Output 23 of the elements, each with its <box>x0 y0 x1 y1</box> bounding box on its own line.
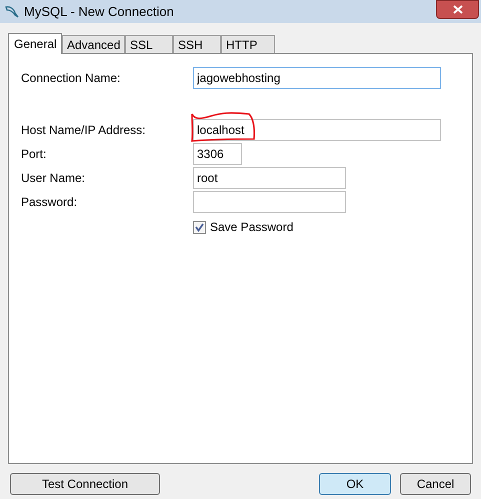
checkbox[interactable] <box>193 220 206 234</box>
tab[interactable]: SSH <box>173 35 221 53</box>
field-label: Connection Name: <box>21 70 122 87</box>
input-field[interactable]: root <box>193 167 346 189</box>
close-button[interactable] <box>436 0 479 19</box>
tab[interactable]: HTTP <box>221 35 275 53</box>
input-field[interactable] <box>193 191 346 213</box>
tab[interactable]: SSL <box>125 35 173 53</box>
field-label: Host Name/IP Address: <box>21 122 146 139</box>
input-field[interactable]: localhost <box>193 119 441 141</box>
checkbox-label[interactable]: Save Password <box>210 218 294 236</box>
tab[interactable]: Advanced <box>62 35 125 53</box>
dialog-button[interactable]: Cancel <box>400 473 471 495</box>
dialog-button[interactable]: OK <box>319 473 391 495</box>
field-label: User Name: <box>21 170 86 187</box>
window-title: MySQL - New Connection <box>24 2 174 21</box>
close-icon <box>452 5 462 14</box>
input-field[interactable]: jagowebhosting <box>193 67 441 89</box>
tab[interactable]: General <box>8 33 62 54</box>
field-label: Port: <box>21 146 48 163</box>
input-field[interactable]: 3306 <box>193 143 242 165</box>
dialog-button[interactable]: Test Connection <box>10 473 160 495</box>
field-label: Password: <box>21 194 78 211</box>
